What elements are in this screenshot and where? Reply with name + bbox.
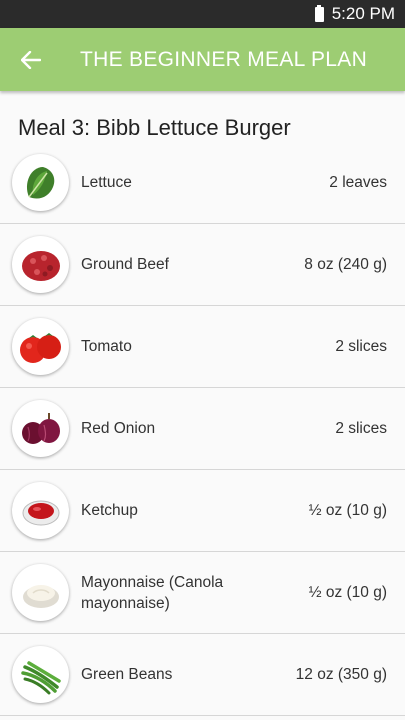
app-bar: THE BEGINNER MEAL PLAN [0, 28, 405, 91]
mayonnaise-icon [12, 564, 69, 621]
ingredient-amount: 12 oz (350 g) [295, 665, 387, 683]
tomato-icon [12, 318, 69, 375]
ground-beef-icon [12, 236, 69, 293]
ingredient-amount: 2 slices [335, 419, 387, 437]
ingredient-name: Green Beans [81, 666, 173, 683]
list-item[interactable]: Red Onion 2 slices [0, 388, 405, 470]
app-title: THE BEGINNER MEAL PLAN [80, 47, 368, 71]
ingredient-amount: 8 oz (240 g) [304, 255, 387, 273]
list-item[interactable]: Green Beans 12 oz (350 g) [0, 634, 405, 716]
list-item[interactable]: Ketchup ½ oz (10 g) [0, 470, 405, 552]
ingredient-list: Lettuce 2 leaves Ground Beef 8 oz (240 g… [0, 142, 405, 716]
ingredient-amount: 2 leaves [329, 173, 387, 191]
ingredient-name: Ketchup [81, 502, 138, 519]
list-item[interactable]: Ground Beef 8 oz (240 g) [0, 224, 405, 306]
battery-icon [314, 4, 324, 22]
ingredient-amount: 2 slices [335, 337, 387, 355]
ketchup-icon [12, 482, 69, 539]
list-item[interactable]: Mayonnaise (Canola mayonnaise) ½ oz (10 … [0, 552, 405, 634]
back-button[interactable] [0, 28, 62, 91]
ingredient-amount: ½ oz (10 g) [308, 501, 387, 519]
lettuce-icon [12, 154, 69, 211]
red-onion-icon [12, 400, 69, 457]
ingredient-name: Tomato [81, 338, 132, 355]
ingredient-name: Ground Beef [81, 256, 169, 273]
ingredient-name: Red Onion [81, 420, 156, 437]
ingredient-amount: ½ oz (10 g) [308, 584, 387, 601]
ingredient-name: Mayonnaise (Canola mayonnaise) [81, 573, 224, 612]
green-beans-icon [12, 646, 69, 703]
status-time: 5:20 PM [331, 4, 395, 23]
list-item[interactable]: Tomato 2 slices [0, 306, 405, 388]
ingredient-name: Lettuce [81, 174, 132, 191]
list-item[interactable]: Lettuce 2 leaves [0, 142, 405, 224]
status-bar: 5:20 PM [0, 0, 405, 28]
back-arrow-icon [21, 50, 41, 69]
